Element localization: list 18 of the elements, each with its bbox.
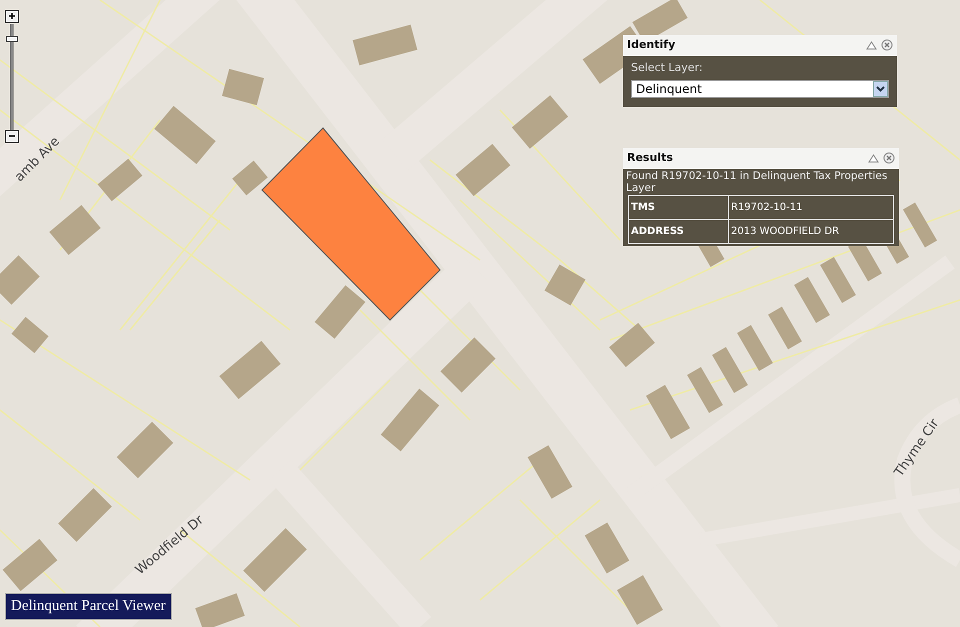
- field-name-cell: ADDRESS: [628, 219, 728, 243]
- panel-title: Identify: [627, 37, 676, 53]
- collapse-icon[interactable]: [866, 40, 877, 50]
- close-icon[interactable]: [883, 152, 895, 164]
- field-name-cell: TMS: [628, 195, 728, 219]
- zoom-slider-thumb[interactable]: [6, 36, 18, 42]
- result-message: Found R19702-10-11 in Delinquent Tax Properties Layer: [625, 168, 888, 194]
- zoom-out-button[interactable]: [5, 130, 19, 143]
- field-value-cell: 2013 WOODFIELD DR: [728, 219, 894, 243]
- panel-title: Results: [627, 150, 673, 166]
- select-layer-label: Select Layer:: [631, 60, 704, 76]
- close-icon[interactable]: [881, 39, 893, 52]
- plus-icon[interactable]: [8, 12, 16, 20]
- zoom-in-button[interactable]: [5, 10, 19, 23]
- layer-select[interactable]: Delinquent: [631, 80, 889, 98]
- collapse-icon[interactable]: [868, 154, 879, 163]
- app-title-banner: Delinquent Parcel Viewer: [5, 593, 172, 620]
- field-value-cell: R19702-10-11: [728, 195, 894, 219]
